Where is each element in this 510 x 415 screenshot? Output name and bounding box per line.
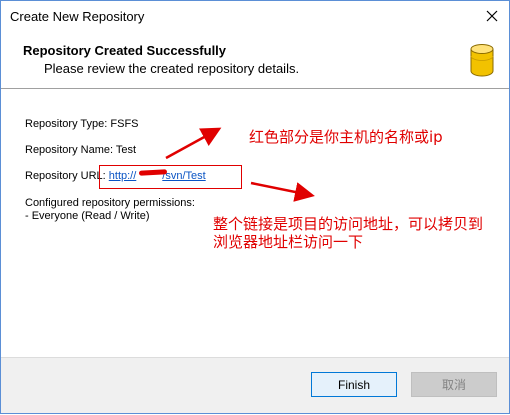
annotation-hostname-note: 红色部分是你主机的名称或ip [249, 128, 443, 146]
title-bar: Create New Repository [1, 1, 509, 31]
repository-url-label: Repository URL: [25, 170, 106, 182]
footer-divider [1, 357, 509, 358]
permissions-value: - Everyone (Read / Write) [25, 210, 150, 222]
repository-type: Repository Type: FSFS [25, 118, 139, 130]
dialog-window: Create New Repository Repository Created… [0, 0, 510, 414]
database-icon [470, 44, 494, 77]
header-title: Repository Created Successfully [23, 43, 227, 58]
header-subtitle: Please review the created repository det… [44, 61, 300, 76]
finish-button[interactable]: Finish [311, 372, 397, 397]
annotation-url-note-line2: 浏览器地址栏访问一下 [213, 233, 364, 251]
wizard-header: Repository Created Successfully Please r… [1, 31, 509, 88]
close-icon [486, 10, 498, 22]
permissions-label: Configured repository permissions: [25, 197, 195, 209]
cancel-button: 取消 [411, 372, 497, 397]
url-highlight-box [99, 165, 242, 189]
repository-name: Repository Name: Test [25, 144, 137, 156]
window-title: Create New Repository [10, 9, 145, 24]
close-button[interactable] [475, 1, 509, 31]
